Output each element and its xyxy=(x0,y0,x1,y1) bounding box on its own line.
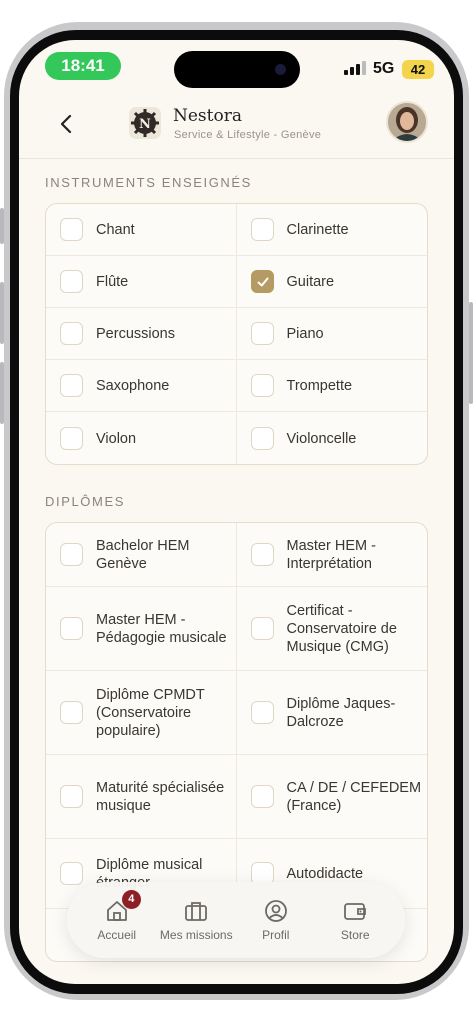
dynamic-island xyxy=(174,51,300,88)
checkbox[interactable] xyxy=(250,543,274,566)
signal-icon xyxy=(344,61,366,75)
option-label: Violon xyxy=(96,430,137,447)
checkbox[interactable] xyxy=(250,218,274,241)
camera-icon xyxy=(275,64,286,75)
checkbox[interactable] xyxy=(60,701,83,724)
instruments-grid: Chant Clarinette Flûte Guitare Percussions Pi… xyxy=(46,204,428,464)
tab-mes-missions[interactable]: Mes missions xyxy=(157,898,235,942)
option-label: Maturité spécialisée musique xyxy=(96,779,225,814)
diplomes-grid: Bachelor HEM Genève Master HEM - Interpré… xyxy=(46,523,427,909)
instruments-option[interactable]: Violoncelle xyxy=(237,412,428,464)
checkbox[interactable] xyxy=(250,785,274,808)
option-label: Diplôme CPMDT (Conservatoire populaire) xyxy=(96,686,205,739)
instruments-option[interactable]: Violon xyxy=(46,412,237,464)
tab-label: Accueil xyxy=(97,928,137,942)
header-divider xyxy=(19,158,454,159)
tab-profil[interactable]: Profil xyxy=(237,898,315,942)
tab-label: Profil xyxy=(262,928,290,942)
logo-icon: N xyxy=(131,109,159,137)
option-label: Piano xyxy=(286,325,324,342)
option-label: Bachelor HEM Genève xyxy=(96,537,190,572)
option-label: Clarinette xyxy=(286,221,349,238)
diplomes-option[interactable]: Certificat - Conservatoire de Musique (C… xyxy=(236,587,427,671)
option-label: Diplôme Jaques-Dalcroze xyxy=(286,695,396,730)
checkbox[interactable] xyxy=(60,427,83,450)
option-label: Master HEM - Interprétation xyxy=(286,537,376,572)
option-label: Flûte xyxy=(96,273,129,290)
screen: 18:41 5G 42 N Nestora Service & Lifestyl… xyxy=(19,40,454,984)
checkbox[interactable] xyxy=(250,374,274,397)
notification-badge: 4 xyxy=(121,890,141,909)
diplomes-option[interactable]: Master HEM - Pédagogie musicale xyxy=(46,587,237,671)
checkbox[interactable] xyxy=(250,617,274,640)
option-label: Saxophone xyxy=(96,377,170,394)
diplomes-option[interactable]: Bachelor HEM Genève xyxy=(46,523,237,587)
checkbox[interactable] xyxy=(60,374,83,397)
action-button xyxy=(0,208,4,244)
instruments-option[interactable]: Piano xyxy=(236,308,427,360)
network-label: 5G xyxy=(373,60,395,77)
instruments-option[interactable]: Flûte xyxy=(46,256,237,308)
checkbox[interactable] xyxy=(60,218,83,241)
diplomes-option[interactable]: Master HEM - Interprétation xyxy=(236,523,427,587)
battery-icon: 42 xyxy=(402,60,434,79)
user-icon xyxy=(264,900,287,922)
svg-text:N: N xyxy=(139,117,151,132)
tab-label: Mes missions xyxy=(159,928,233,942)
tab-store[interactable]: Store xyxy=(316,898,394,942)
back-chevron-icon[interactable] xyxy=(55,112,79,136)
checkbox[interactable] xyxy=(60,862,83,885)
checkbox[interactable] xyxy=(250,322,274,345)
check-icon xyxy=(257,277,268,287)
option-label: Trompette xyxy=(286,377,353,394)
instruments-option[interactable]: Guitare xyxy=(236,256,427,308)
option-label: Guitare xyxy=(286,273,335,290)
option-label: CA / DE / CEFEDEM (France) xyxy=(286,779,422,814)
diplomes-option[interactable]: Diplôme CPMDT (Conservatoire populaire) xyxy=(46,671,237,755)
checkbox[interactable] xyxy=(60,543,83,566)
power-button xyxy=(469,302,473,404)
option-label: Autodidacte xyxy=(286,865,364,882)
tab-accueil[interactable]: 4 Accueil xyxy=(78,890,156,942)
option-label: Violoncelle xyxy=(286,430,357,447)
checkbox[interactable] xyxy=(60,270,83,293)
checkbox[interactable] xyxy=(60,785,83,808)
option-label: Chant xyxy=(96,221,135,238)
section-title-diplomes: DIPLÔMES xyxy=(45,494,125,509)
brand-subtitle: Service & Lifestyle - Genève xyxy=(174,129,322,141)
checkbox-checked[interactable] xyxy=(250,270,274,293)
checkbox[interactable] xyxy=(250,701,274,724)
diplomes-option[interactable]: Diplôme Jaques-Dalcroze xyxy=(236,671,427,755)
status-time: 18:41 xyxy=(45,52,121,80)
option-label: Certificat - Conservatoire de Musique (C… xyxy=(286,602,397,655)
instruments-option[interactable]: Saxophone xyxy=(46,360,237,412)
avatar[interactable] xyxy=(386,101,428,143)
instruments-option[interactable]: Trompette xyxy=(236,360,427,412)
tab-bar: 4 Accueil Mes missions Profil Store xyxy=(67,882,405,958)
checkbox[interactable] xyxy=(60,322,83,345)
volume-up-button xyxy=(0,282,4,344)
checkbox[interactable] xyxy=(250,427,274,450)
instruments-option[interactable]: Chant xyxy=(46,204,237,256)
instruments-option[interactable]: Percussions xyxy=(46,308,237,360)
option-label: Master HEM - Pédagogie musicale xyxy=(96,611,227,646)
section-title-instruments: INSTRUMENTS ENSEIGNÉS xyxy=(45,175,252,190)
checkbox[interactable] xyxy=(60,617,83,640)
brand-name: Nestora xyxy=(173,106,242,126)
profile-photo-icon xyxy=(388,103,426,141)
diplomes-option[interactable]: Maturité spécialisée musique xyxy=(46,755,237,839)
diplomes-option[interactable]: CA / DE / CEFEDEM (France) xyxy=(236,755,427,839)
brand-logo: N xyxy=(129,107,161,139)
briefcase-icon xyxy=(185,902,208,921)
tab-label: Store xyxy=(340,928,370,942)
instruments-card: Chant Clarinette Flûte Guitare Percussions Pi… xyxy=(45,203,428,465)
volume-down-button xyxy=(0,362,4,424)
instruments-option[interactable]: Clarinette xyxy=(236,204,427,256)
wallet-icon xyxy=(344,903,367,920)
option-label: Percussions xyxy=(96,325,175,342)
